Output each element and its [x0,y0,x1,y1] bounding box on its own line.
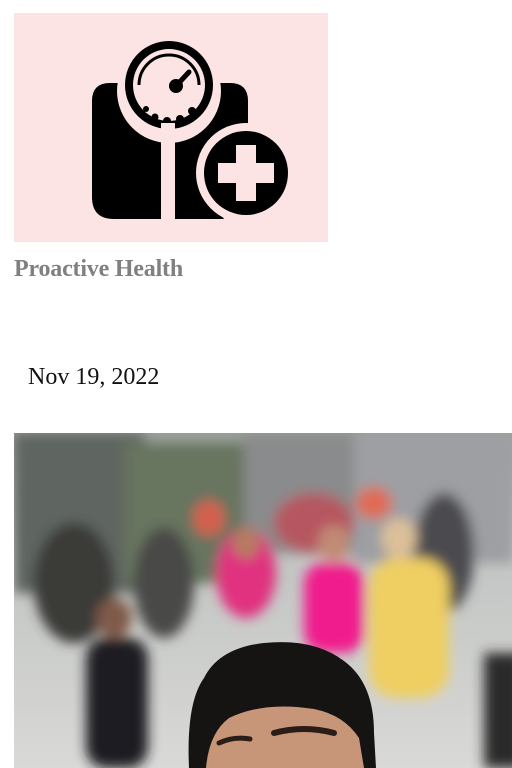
scale-plus-icon [92,39,296,223]
brand-logo[interactable] [14,13,328,242]
brand-name[interactable]: Proactive Health [14,256,183,283]
street-crowd-selfie-photo [14,433,512,768]
post-date: Nov 19, 2022 [28,364,160,390]
page: Proactive Health Nov 19, 2022 [0,0,512,768]
hero-image [14,433,512,768]
